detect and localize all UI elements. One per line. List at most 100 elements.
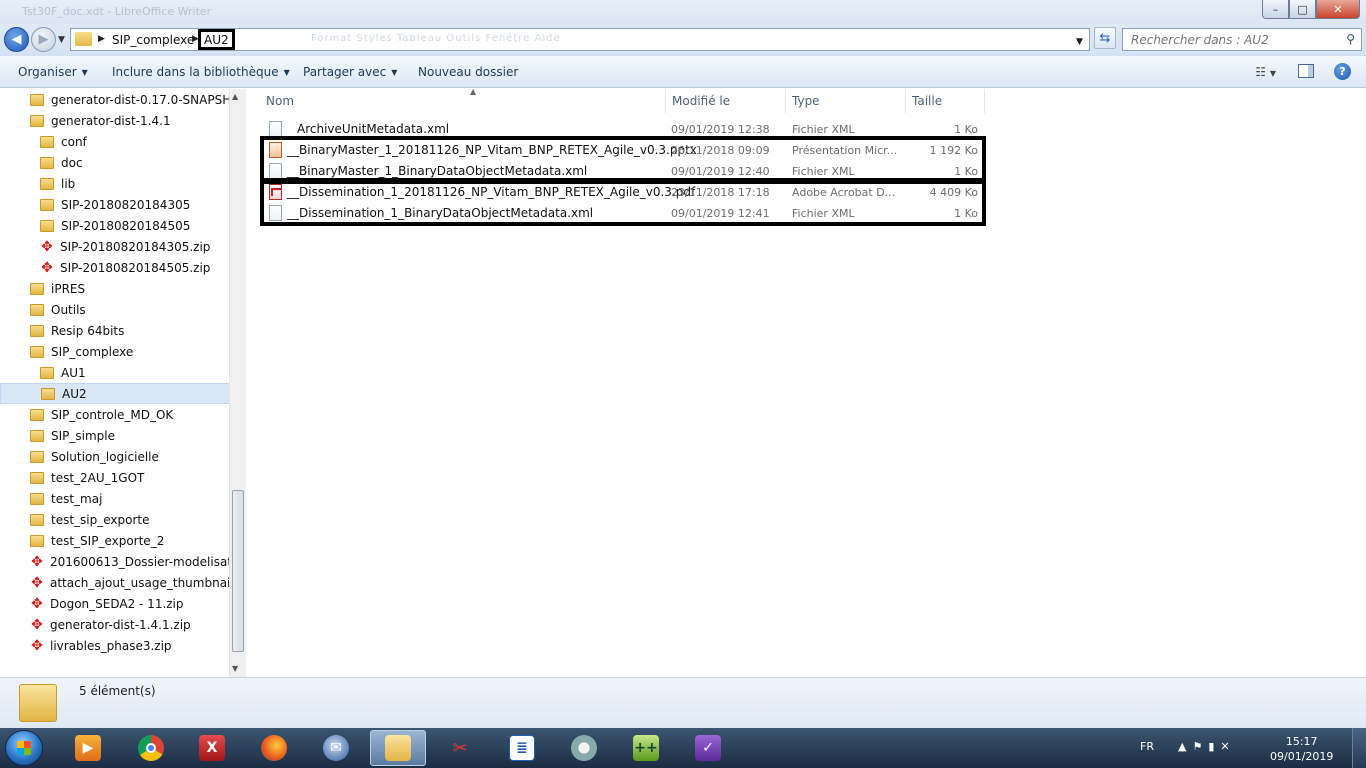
help-icon[interactable]: ? bbox=[1334, 63, 1351, 80]
show-desktop-button[interactable] bbox=[1352, 728, 1366, 768]
nav-item[interactable]: lib bbox=[0, 173, 230, 194]
taskbar-visual-studio[interactable]: ✓ bbox=[680, 730, 736, 766]
nav-item[interactable]: SIP_simple bbox=[0, 425, 230, 446]
organiser-menu[interactable]: Organiser ▼ bbox=[18, 65, 88, 79]
file-list: Nom ▲ Modifié le Type Taille ArchiveUnitM… bbox=[247, 87, 1366, 677]
nav-item[interactable]: test_maj bbox=[0, 488, 230, 509]
nav-item[interactable]: Resip 64bits bbox=[0, 320, 230, 341]
nav-item[interactable]: test_SIP_exporte_2 bbox=[0, 530, 230, 551]
nav-item-label: SIP-20180820184505.zip bbox=[60, 260, 211, 275]
highlight-box-dissemination bbox=[260, 180, 986, 226]
nav-item[interactable]: generator-dist-0.17.0-SNAPSHOT bbox=[0, 89, 230, 110]
taskbar-firefox[interactable] bbox=[246, 730, 302, 766]
folder-icon bbox=[41, 387, 55, 400]
minimize-button[interactable]: – bbox=[1262, 0, 1289, 19]
preview-pane-icon[interactable] bbox=[1298, 64, 1314, 78]
taskbar-snipping-tool[interactable]: ✂ bbox=[432, 730, 488, 766]
new-folder-button[interactable]: Nouveau dossier bbox=[418, 65, 518, 79]
nav-item[interactable]: conf bbox=[0, 131, 230, 152]
clock[interactable]: 15:17 09/01/2019 bbox=[1270, 734, 1333, 764]
command-bar: Organiser ▼ Inclure dans la bibliothèque ▼… bbox=[0, 56, 1366, 88]
show-hidden-icons-icon[interactable]: ▲ bbox=[1178, 740, 1192, 753]
nav-item-label: Resip 64bits bbox=[51, 323, 125, 338]
taskbar-thunderbird[interactable]: ✉ bbox=[308, 730, 364, 766]
search-input[interactable] bbox=[1131, 30, 1331, 49]
nav-item[interactable]: SIP_complexe bbox=[0, 341, 230, 362]
nav-item-label: doc bbox=[61, 155, 83, 170]
maximize-button[interactable]: □ bbox=[1289, 0, 1316, 19]
taskbar: ▶ X ✉ ✂ ≣ ++ ✓ FR ▲⚑▮✕ 15:17 09/01/2019 bbox=[0, 728, 1366, 768]
column-name-header[interactable]: Nom ▲ bbox=[260, 87, 666, 113]
tray-icons[interactable]: ▲⚑▮✕ bbox=[1178, 740, 1236, 753]
breadcrumb-sip-complexe[interactable]: SIP_complexe bbox=[112, 33, 194, 47]
action-center-icon[interactable]: ⚑ bbox=[1192, 740, 1208, 753]
nav-item[interactable]: ✥ 201600613_Dossier-modelisation-t bbox=[0, 551, 230, 572]
address-bar[interactable]: ▶ SIP_complexe ▶ AU2 Format Styles Table… bbox=[70, 28, 1090, 51]
refresh-icon: ⇆ bbox=[1099, 30, 1111, 46]
scroll-thumb[interactable] bbox=[232, 490, 244, 652]
thunderbird-icon: ✉ bbox=[323, 735, 349, 761]
nav-item[interactable]: SIP-20180820184305 bbox=[0, 194, 230, 215]
background-menu-ghost: Format Styles Tableau Outils Fenêtre Aid… bbox=[311, 33, 561, 44]
nav-item[interactable]: AU2 bbox=[0, 383, 230, 404]
scroll-down-icon[interactable]: ▼ bbox=[232, 664, 238, 673]
address-row: ◀ ▶ ▼ ▶ SIP_complexe ▶ AU2 Format Styles… bbox=[0, 24, 1366, 56]
nav-item[interactable]: ✥ Dogon_SEDA2 - 11.zip bbox=[0, 593, 230, 614]
nav-item[interactable]: SIP_controle_MD_OK bbox=[0, 404, 230, 425]
column-modified-header[interactable]: Modifié le bbox=[666, 89, 786, 113]
nav-item-label: SIP_complexe bbox=[51, 344, 134, 359]
scroll-up-icon[interactable]: ▲ bbox=[232, 92, 238, 101]
address-dropdown[interactable]: ▼ bbox=[1076, 37, 1083, 47]
search-box[interactable]: ⚲ bbox=[1122, 28, 1362, 51]
breadcrumb-au2[interactable]: AU2 bbox=[198, 29, 235, 50]
nav-item[interactable]: doc bbox=[0, 152, 230, 173]
taskbar-media-player[interactable]: ▶ bbox=[60, 730, 116, 766]
share-with-menu[interactable]: Partager avec ▼ bbox=[303, 65, 397, 79]
nav-item[interactable]: test_sip_exporte bbox=[0, 509, 230, 530]
folder-icon bbox=[40, 366, 54, 379]
close-button[interactable]: ✕ bbox=[1316, 0, 1360, 19]
start-button[interactable] bbox=[5, 730, 43, 766]
taskbar-chrome[interactable] bbox=[123, 730, 179, 766]
language-indicator[interactable]: FR bbox=[1140, 740, 1154, 753]
refresh-button[interactable]: ⇆ bbox=[1094, 27, 1116, 49]
forward-button[interactable]: ▶ bbox=[31, 27, 56, 52]
nav-item[interactable]: iPRES bbox=[0, 278, 230, 299]
taskbar-xmind[interactable]: X bbox=[184, 730, 240, 766]
volume-muted-icon[interactable]: ✕ bbox=[1220, 740, 1235, 753]
file-date: 09/01/2019 12:38 bbox=[671, 123, 770, 136]
share-with-label: Partager avec bbox=[303, 65, 387, 79]
taskbar-notepad-plus-plus[interactable]: ++ bbox=[618, 730, 674, 766]
nav-item[interactable]: SIP-20180820184505 bbox=[0, 215, 230, 236]
folder-icon bbox=[40, 219, 54, 232]
nav-item-label: livrables_phase3.zip bbox=[50, 638, 172, 653]
nav-item[interactable]: Outils bbox=[0, 299, 230, 320]
organiser-label: Organiser bbox=[18, 65, 77, 79]
nav-item[interactable]: AU1 bbox=[0, 362, 230, 383]
recent-pages-dropdown[interactable]: ▼ bbox=[58, 35, 65, 45]
include-library-menu[interactable]: Inclure dans la bibliothèque ▼ bbox=[112, 65, 290, 79]
column-type-header[interactable]: Type bbox=[786, 89, 906, 113]
nav-item[interactable]: Solution_logicielle bbox=[0, 446, 230, 467]
network-icon[interactable]: ▮ bbox=[1208, 740, 1220, 753]
folder-icon bbox=[30, 114, 44, 127]
taskbar-paint[interactable] bbox=[556, 730, 612, 766]
nav-item[interactable]: ✥ livrables_phase3.zip bbox=[0, 635, 230, 656]
chevron-right-icon[interactable]: ▶ bbox=[98, 34, 105, 44]
nav-item[interactable]: generator-dist-1.4.1 bbox=[0, 110, 230, 131]
view-options-button[interactable]: ☷ ▼ bbox=[1255, 65, 1276, 79]
taskbar-explorer[interactable] bbox=[370, 730, 426, 766]
taskbar-writer[interactable]: ≣ bbox=[494, 730, 550, 766]
column-size-header[interactable]: Taille bbox=[906, 89, 985, 113]
clock-date: 09/01/2019 bbox=[1270, 750, 1334, 763]
nav-item[interactable]: ✥ attach_ajout_usage_thumbnail_1.z bbox=[0, 572, 230, 593]
nav-item[interactable]: ✥ SIP-20180820184305.zip bbox=[0, 236, 230, 257]
search-icon[interactable]: ⚲ bbox=[1346, 32, 1355, 46]
nav-item[interactable]: ✥ SIP-20180820184505.zip bbox=[0, 257, 230, 278]
nav-scrollbar[interactable]: ▲ ▼ bbox=[229, 89, 246, 677]
nav-item-label: attach_ajout_usage_thumbnail_1.z bbox=[50, 575, 230, 590]
list-view-icon: ☷ bbox=[1255, 65, 1267, 79]
back-button[interactable]: ◀ bbox=[4, 27, 29, 52]
nav-item[interactable]: ✥ generator-dist-1.4.1.zip bbox=[0, 614, 230, 635]
nav-item[interactable]: test_2AU_1GOT bbox=[0, 467, 230, 488]
